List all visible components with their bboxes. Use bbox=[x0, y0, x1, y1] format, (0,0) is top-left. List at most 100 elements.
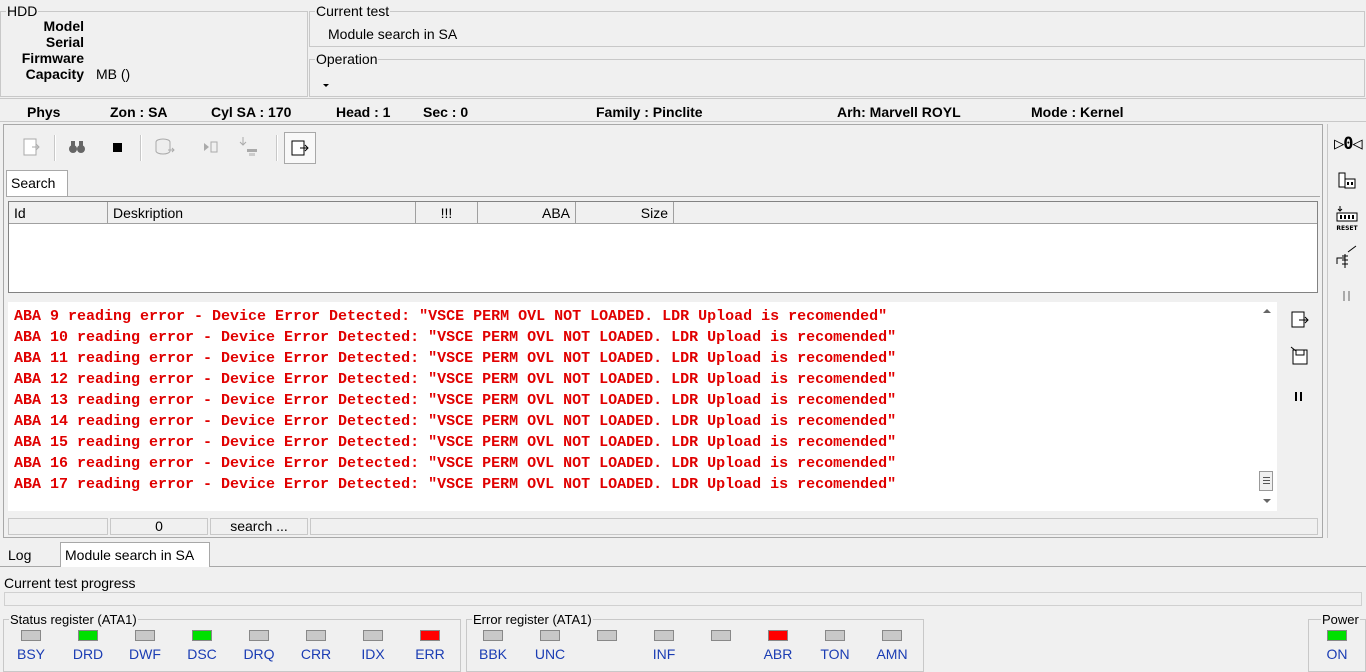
power-connector-icon[interactable] bbox=[1334, 242, 1360, 270]
stop-icon[interactable] bbox=[102, 132, 132, 162]
svg-text:RESET: RESET bbox=[1336, 225, 1358, 232]
power-group: Power bbox=[1308, 612, 1366, 672]
tab-search[interactable]: Search bbox=[6, 170, 68, 196]
right-sidebar: ▷0◁ RESET bbox=[1327, 124, 1366, 538]
led-label: DRQ bbox=[243, 646, 275, 662]
zone-label: Zon : SA bbox=[110, 104, 168, 120]
reset-icon[interactable]: RESET bbox=[1334, 204, 1360, 232]
led-dwf bbox=[135, 630, 155, 641]
col-description[interactable]: Deskription bbox=[108, 202, 416, 224]
power-led-label: ON bbox=[1326, 646, 1348, 662]
serial-label: Serial bbox=[45, 34, 84, 50]
status-register-legend: Status register (ATA1) bbox=[10, 612, 137, 627]
led-label: DWF bbox=[129, 646, 161, 662]
cyl-label: Cyl SA : 170 bbox=[211, 104, 292, 120]
status-cell-1 bbox=[8, 518, 108, 535]
log-line: ABA 17 reading error - Device Error Dete… bbox=[14, 476, 897, 493]
log-line: ABA 15 reading error - Device Error Dete… bbox=[14, 434, 897, 451]
tab-log-label: Log bbox=[8, 547, 32, 563]
log-scrollbar[interactable] bbox=[1258, 303, 1275, 510]
capacity-value: MB () bbox=[96, 66, 131, 82]
head-label: Head : 1 bbox=[336, 104, 391, 120]
led-drd bbox=[78, 630, 98, 641]
log-line: ABA 10 reading error - Device Error Dete… bbox=[14, 329, 897, 346]
hdd-legend: HDD bbox=[7, 3, 38, 19]
led-unc bbox=[540, 630, 560, 641]
log-line: ABA 13 reading error - Device Error Dete… bbox=[14, 392, 897, 409]
error-register-legend: Error register (ATA1) bbox=[473, 612, 592, 627]
step-icon[interactable] bbox=[196, 132, 226, 162]
read-disk-icon[interactable] bbox=[150, 132, 180, 162]
led-drq bbox=[249, 630, 269, 641]
binoculars-icon[interactable] bbox=[62, 132, 92, 162]
led-label: CRR bbox=[300, 646, 332, 662]
col-aba[interactable]: ABA bbox=[478, 202, 576, 224]
led-err bbox=[420, 630, 440, 641]
results-table: Id Deskription !!! ABA Size bbox=[8, 201, 1318, 293]
tab-log[interactable]: Log bbox=[2, 545, 60, 567]
log-save-icon[interactable] bbox=[1288, 344, 1312, 368]
led-label: IDX bbox=[361, 646, 385, 662]
col-flags[interactable]: !!! bbox=[416, 202, 478, 224]
led-unused-2 bbox=[597, 630, 617, 641]
atapi-zero-icon[interactable]: ▷0◁ bbox=[1334, 134, 1363, 156]
open-module-icon[interactable] bbox=[16, 132, 46, 162]
mode-label: Mode : Kernel bbox=[1031, 104, 1124, 120]
log-pause-icon[interactable] bbox=[1292, 390, 1306, 404]
log-line: ABA 11 reading error - Device Error Dete… bbox=[14, 350, 897, 367]
progress-label: Current test progress bbox=[4, 575, 136, 591]
led-label: ABR bbox=[763, 646, 793, 662]
log-line: ABA 16 reading error - Device Error Dete… bbox=[14, 455, 897, 472]
power-legend: Power bbox=[1322, 612, 1359, 627]
led-ton bbox=[825, 630, 845, 641]
log-area[interactable]: ABA 9 reading error - Device Error Detec… bbox=[8, 302, 1277, 511]
status-register-group: Status register (ATA1) bbox=[3, 612, 461, 672]
sec-label: Sec : 0 bbox=[423, 104, 469, 120]
tab-module-search[interactable]: Module search in SA bbox=[60, 542, 210, 567]
tab-search-label: Search bbox=[11, 175, 56, 191]
log-line: ABA 12 reading error - Device Error Dete… bbox=[14, 371, 897, 388]
scroll-thumb[interactable] bbox=[1259, 471, 1273, 491]
capacity-label: Capacity bbox=[25, 66, 84, 82]
status-cell-4 bbox=[310, 518, 1318, 535]
current-test-legend: Current test bbox=[316, 3, 390, 19]
operation-dropdown-icon[interactable] bbox=[323, 84, 329, 87]
status-text: search ... bbox=[210, 518, 308, 535]
firmware-label: Firmware bbox=[21, 50, 84, 66]
sidebar-pause-icon[interactable] bbox=[1342, 290, 1352, 304]
info-bar: Phys Zon : SA Cyl SA : 170 Head : 1 Sec … bbox=[0, 98, 1366, 122]
led-label: ERR bbox=[415, 646, 445, 662]
col-id[interactable]: Id bbox=[9, 202, 108, 224]
progress-bar bbox=[4, 592, 1362, 606]
led-abr bbox=[768, 630, 788, 641]
hdd-labels: Model Serial Firmware Capacity bbox=[0, 18, 84, 88]
module-icon[interactable] bbox=[1336, 170, 1358, 192]
led-dsc bbox=[192, 630, 212, 641]
load-icon[interactable] bbox=[234, 132, 264, 162]
log-line: ABA 9 reading error - Device Error Detec… bbox=[14, 308, 888, 325]
led-label: TON bbox=[820, 646, 850, 662]
operation-legend: Operation bbox=[316, 51, 378, 67]
led-label: BSY bbox=[16, 646, 45, 662]
log-open-icon[interactable] bbox=[1288, 308, 1312, 332]
led-unused-4 bbox=[711, 630, 731, 641]
led-crr bbox=[306, 630, 326, 641]
operation-group: Operation bbox=[309, 51, 1365, 97]
led-label: UNC bbox=[534, 646, 566, 662]
log-line: ABA 14 reading error - Device Error Dete… bbox=[14, 413, 897, 430]
status-count: 0 bbox=[110, 518, 208, 535]
scroll-up-icon[interactable] bbox=[1263, 309, 1271, 313]
error-register-group: Error register (ATA1) bbox=[466, 612, 924, 672]
export-icon[interactable] bbox=[284, 132, 316, 164]
log-lines: ABA 9 reading error - Device Error Detec… bbox=[14, 306, 896, 495]
led-label: AMN bbox=[876, 646, 908, 662]
led-bbk bbox=[483, 630, 503, 641]
power-led bbox=[1327, 630, 1347, 641]
model-label: Model bbox=[43, 18, 84, 34]
led-inf bbox=[654, 630, 674, 641]
current-test-value: Module search in SA bbox=[328, 26, 458, 42]
col-size[interactable]: Size bbox=[576, 202, 674, 224]
tab-module-search-label: Module search in SA bbox=[65, 547, 195, 563]
led-label: INF bbox=[652, 646, 676, 662]
scroll-down-icon[interactable] bbox=[1263, 499, 1271, 503]
